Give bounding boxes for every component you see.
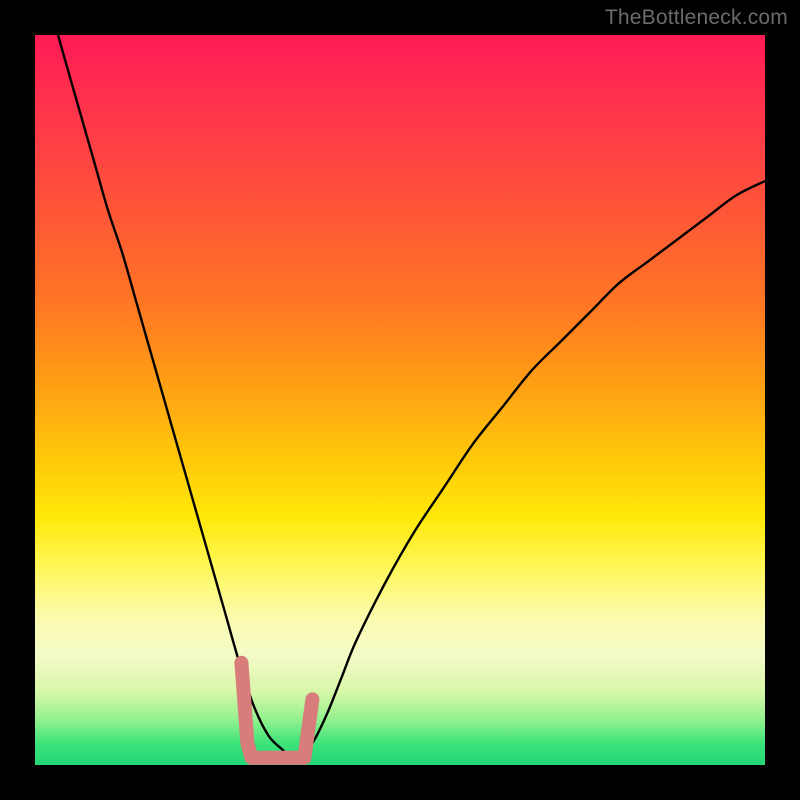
watermark-text: TheBottleneck.com [605, 6, 788, 30]
bottleneck-curve [35, 35, 765, 759]
chart-frame: TheBottleneck.com [0, 0, 800, 800]
curve-layer [35, 35, 765, 765]
plot-area [35, 35, 765, 765]
